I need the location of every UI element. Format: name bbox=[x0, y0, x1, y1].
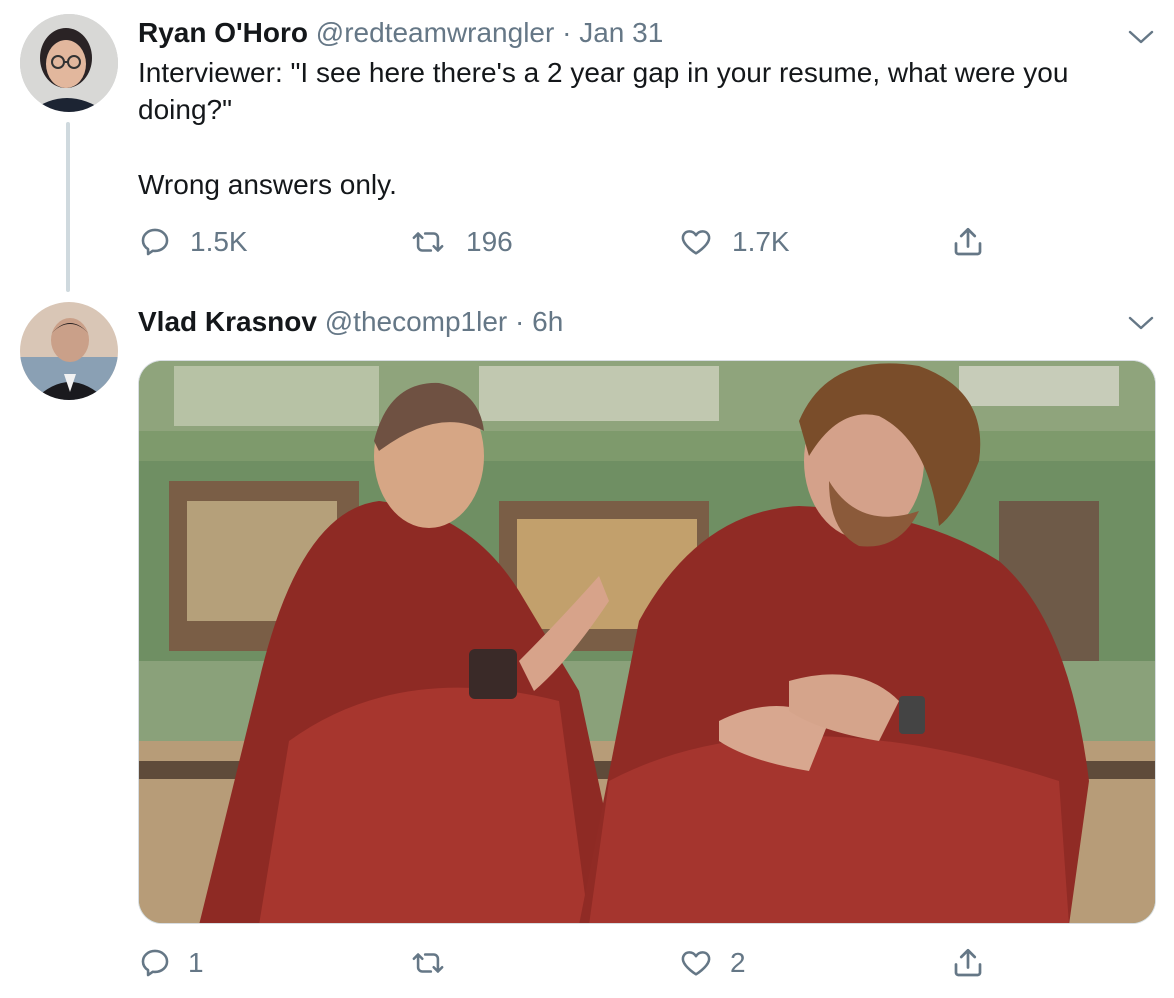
avatar[interactable] bbox=[20, 302, 118, 400]
meta-separator: · bbox=[515, 306, 525, 337]
reply-count: 1.5K bbox=[190, 226, 248, 257]
chevron-down-icon[interactable] bbox=[1127, 27, 1155, 47]
reply-count: 1 bbox=[188, 947, 204, 978]
share-button[interactable] bbox=[950, 945, 986, 981]
share-icon bbox=[954, 227, 982, 256]
tweet-media-photo[interactable] bbox=[138, 360, 1156, 924]
tweet-text: Interviewer: "I see here there's a 2 yea… bbox=[138, 54, 1138, 203]
like-button[interactable]: 1.7K bbox=[678, 225, 790, 259]
reply-button[interactable]: 1.5K bbox=[138, 225, 248, 259]
author-name[interactable]: Ryan O'Horo bbox=[138, 17, 308, 48]
author-handle[interactable]: @redteamwrangler bbox=[316, 17, 555, 48]
thread-line bbox=[66, 122, 70, 292]
meta-separator: · bbox=[562, 17, 572, 48]
author-handle[interactable]: @thecomp1ler bbox=[325, 306, 508, 337]
retweet-icon bbox=[412, 232, 444, 252]
tweet-text-line: Interviewer: "I see here there's a 2 yea… bbox=[138, 57, 1069, 88]
heart-icon bbox=[681, 230, 711, 255]
avatar[interactable] bbox=[20, 14, 118, 112]
tweet-timestamp[interactable]: 6h bbox=[532, 306, 563, 337]
reply-icon bbox=[141, 228, 169, 256]
chevron-down-icon[interactable] bbox=[1127, 313, 1155, 333]
tweet-header: Ryan O'Horo @redteamwrangler · Jan 31 bbox=[138, 15, 663, 51]
retweet-button[interactable]: 196 bbox=[408, 225, 513, 259]
like-button[interactable]: 2 bbox=[678, 946, 746, 980]
tweet-timestamp[interactable]: Jan 31 bbox=[579, 17, 663, 48]
heart-icon bbox=[681, 951, 711, 976]
author-name[interactable]: Vlad Krasnov bbox=[138, 306, 317, 337]
share-button[interactable] bbox=[950, 224, 986, 260]
retweet-button[interactable] bbox=[408, 946, 466, 980]
share-icon bbox=[954, 948, 982, 977]
like-count: 2 bbox=[730, 947, 746, 978]
like-count: 1.7K bbox=[732, 226, 790, 257]
retweet-count: 196 bbox=[466, 226, 513, 257]
avatar-person-icon bbox=[20, 302, 118, 400]
tweet-header: Vlad Krasnov @thecomp1ler · 6h bbox=[138, 304, 563, 340]
avatar-person-glasses-icon bbox=[20, 14, 118, 112]
tweet-text-line: Wrong answers only. bbox=[138, 169, 397, 200]
reply-button[interactable]: 1 bbox=[138, 946, 204, 980]
retweet-icon bbox=[412, 953, 444, 973]
tweet-text-line: doing?" bbox=[138, 94, 233, 125]
reply-icon bbox=[141, 949, 169, 977]
photo-image bbox=[139, 361, 1155, 923]
